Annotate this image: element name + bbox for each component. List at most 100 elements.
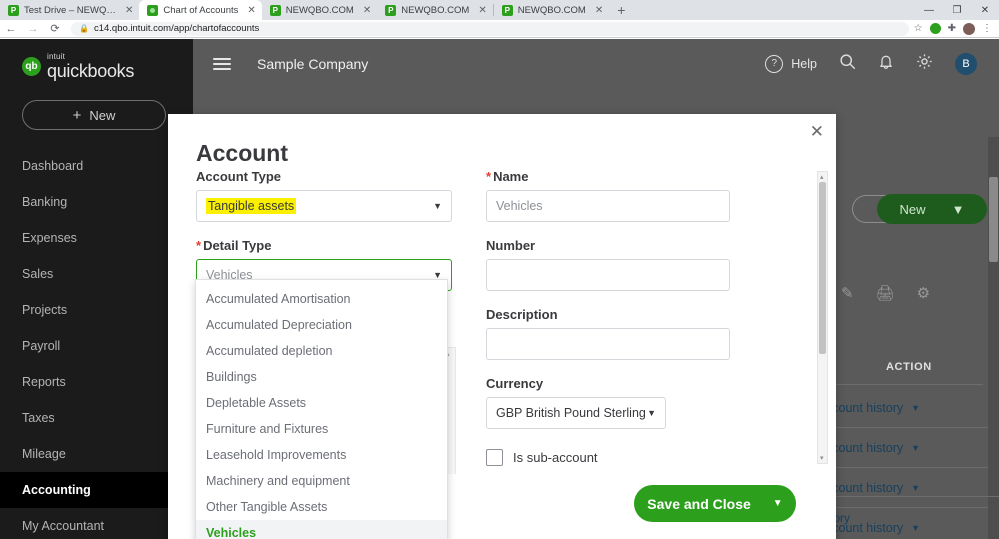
name-input-wrap[interactable]: Vehicles: [486, 190, 730, 222]
scroll-down-icon[interactable]: ▾: [820, 454, 824, 462]
detail-type-dropdown[interactable]: Accumulated Amortisation Accumulated Dep…: [195, 279, 448, 539]
browser-tab-4[interactable]: P NEWQBO.COM ✕: [494, 0, 609, 20]
print-icon[interactable]: 🖨: [876, 284, 895, 302]
help-circle-icon[interactable]: ?: [765, 55, 783, 73]
sidebar-item-reports[interactable]: Reports: [0, 364, 193, 400]
tab-favicon-p-icon: P: [270, 5, 281, 16]
modal-vertical-scrollbar[interactable]: ▴ ▾: [817, 171, 828, 464]
save-and-close-label: Save and Close: [647, 496, 751, 512]
sidebar-item-accounting[interactable]: Accounting: [0, 472, 193, 508]
scrollbar-thumb[interactable]: [819, 182, 826, 354]
hamburger-icon[interactable]: [213, 55, 231, 73]
page-vertical-scrollbar[interactable]: [988, 137, 999, 539]
quickbooks-app: ort New ▼ ✎ 🖨 ⚙ ACTION ccount history ▼ …: [0, 39, 999, 539]
quickbooks-logo: qb intuit quickbooks: [0, 39, 193, 80]
name-label: *Name: [486, 169, 786, 184]
name-label-text: Name: [493, 169, 528, 184]
pencil-icon[interactable]: ✎: [841, 284, 854, 302]
dropdown-option-machinery-and-equipment[interactable]: Machinery and equipment: [196, 468, 447, 494]
forward-icon[interactable]: →: [22, 23, 44, 35]
browser-menu-icon[interactable]: ⋮: [982, 23, 992, 34]
window-maximize-icon[interactable]: ❐: [943, 0, 971, 20]
description-input-wrap[interactable]: [486, 328, 730, 360]
sidebar-item-taxes[interactable]: Taxes: [0, 400, 193, 436]
browser-toolbar: ← → ⟳ 🔒 c14.qbo.intuit.com/app/chartofac…: [0, 20, 999, 38]
back-icon[interactable]: ←: [0, 23, 22, 35]
sidebar-item-my-accountant[interactable]: My Accountant: [0, 508, 193, 539]
sidebar-item-sales[interactable]: Sales: [0, 256, 193, 292]
tab-close-icon[interactable]: ✕: [125, 5, 133, 16]
browser-toolbar-icons: ☆ ✚ ⋮: [914, 23, 999, 35]
address-bar[interactable]: 🔒 c14.qbo.intuit.com/app/chartofaccounts: [71, 22, 909, 36]
account-type-select[interactable]: Tangible assets ▼: [196, 190, 452, 222]
account-history-link: ccount history: [826, 441, 903, 455]
browser-tab-bar: P Test Drive – NEWQBO.COM ✕ Chart of Acc…: [0, 0, 999, 20]
browser-tab-1[interactable]: Chart of Accounts ✕: [139, 0, 261, 20]
window-close-icon[interactable]: ✕: [971, 0, 999, 20]
name-input[interactable]: Vehicles: [496, 199, 543, 213]
profile-avatar-icon[interactable]: [963, 23, 975, 35]
gear-icon[interactable]: [916, 53, 933, 74]
user-avatar[interactable]: B: [955, 53, 977, 75]
quickbooks-wordmark: quickbooks: [47, 62, 134, 80]
dropdown-option-buildings[interactable]: Buildings: [196, 364, 447, 390]
sidebar-item-dashboard[interactable]: Dashboard: [0, 148, 193, 184]
chevron-down-icon: ▼: [952, 202, 965, 217]
browser-tab-3[interactable]: P NEWQBO.COM ✕: [377, 0, 492, 20]
currency-value: GBP British Pound Sterling: [496, 406, 646, 420]
dropdown-option-other-tangible-assets[interactable]: Other Tangible Assets: [196, 494, 447, 520]
tab-close-icon[interactable]: ✕: [595, 5, 603, 16]
modal-right-column: *Name Vehicles Number Description Curren…: [486, 169, 786, 501]
new-account-button[interactable]: New ▼: [877, 194, 987, 224]
plus-icon: +: [73, 107, 82, 124]
dropdown-option-vehicles[interactable]: Vehicles: [196, 520, 447, 539]
help-label[interactable]: Help: [791, 57, 817, 71]
tab-close-icon[interactable]: ✕: [363, 5, 371, 16]
tab-close-icon[interactable]: ✕: [478, 5, 486, 16]
sidebar-new-button[interactable]: + New: [22, 100, 166, 130]
extensions-puzzle-icon[interactable]: ✚: [948, 23, 956, 34]
sidebar-item-expenses[interactable]: Expenses: [0, 220, 193, 256]
tab-favicon-qb-icon: [147, 5, 158, 16]
bell-icon[interactable]: [878, 53, 894, 74]
gear-icon[interactable]: ⚙: [917, 284, 930, 302]
table-tool-icons: ✎ 🖨 ⚙: [841, 284, 930, 302]
qb-logo-icon: qb: [22, 57, 41, 76]
is-sub-account-row[interactable]: Is sub-account: [486, 449, 786, 466]
save-and-close-button[interactable]: Save and Close ▼: [634, 485, 796, 522]
chevron-down-icon: ▼: [911, 483, 920, 493]
number-input-wrap[interactable]: [486, 259, 730, 291]
is-sub-account-checkbox[interactable]: [486, 449, 503, 466]
dropdown-option-leasehold-improvements[interactable]: Leasehold Improvements: [196, 442, 447, 468]
modal-left-column: Account Type Tangible assets ▼ *Detail T…: [196, 169, 452, 291]
sidebar-item-payroll[interactable]: Payroll: [0, 328, 193, 364]
tab-close-icon[interactable]: ✕: [247, 5, 255, 16]
browser-tab-0[interactable]: P Test Drive – NEWQBO.COM ✕: [0, 0, 139, 20]
scrollbar-thumb[interactable]: [989, 177, 998, 262]
account-history-link: ccount history: [826, 481, 903, 495]
reload-icon[interactable]: ⟳: [44, 22, 66, 35]
list-item[interactable]: ccount history ▼: [818, 428, 998, 468]
sidebar-item-label: Banking: [22, 195, 67, 209]
browser-tab-2[interactable]: P NEWQBO.COM ✕: [262, 0, 377, 20]
currency-select[interactable]: GBP British Pound Sterling ▼: [486, 397, 666, 429]
account-type-value: Tangible assets: [206, 198, 296, 214]
sidebar-item-projects[interactable]: Projects: [0, 292, 193, 328]
dropdown-option-accumulated-amortisation[interactable]: Accumulated Amortisation: [196, 286, 447, 312]
app-top-bar: Sample Company ? Help B: [193, 39, 999, 88]
account-history-link: ccount history: [826, 401, 903, 415]
dropdown-option-accumulated-depreciation[interactable]: Accumulated Depreciation: [196, 312, 447, 338]
extension-green-icon[interactable]: [930, 23, 941, 34]
window-minimize-icon[interactable]: —: [915, 0, 943, 20]
search-icon[interactable]: [839, 53, 856, 74]
bookmark-star-icon[interactable]: ☆: [914, 23, 923, 34]
close-icon[interactable]: ✕: [810, 123, 824, 140]
dropdown-option-furniture-and-fixtures[interactable]: Furniture and Fixtures: [196, 416, 447, 442]
sidebar-item-banking[interactable]: Banking: [0, 184, 193, 220]
dropdown-option-depletable-assets[interactable]: Depletable Assets: [196, 390, 447, 416]
new-tab-button[interactable]: +: [609, 1, 633, 19]
scroll-up-icon[interactable]: ▴: [820, 173, 824, 181]
sidebar-item-mileage[interactable]: Mileage: [0, 436, 193, 472]
dropdown-option-accumulated-depletion[interactable]: Accumulated depletion: [196, 338, 447, 364]
list-item[interactable]: ccount history ▼: [818, 388, 998, 428]
